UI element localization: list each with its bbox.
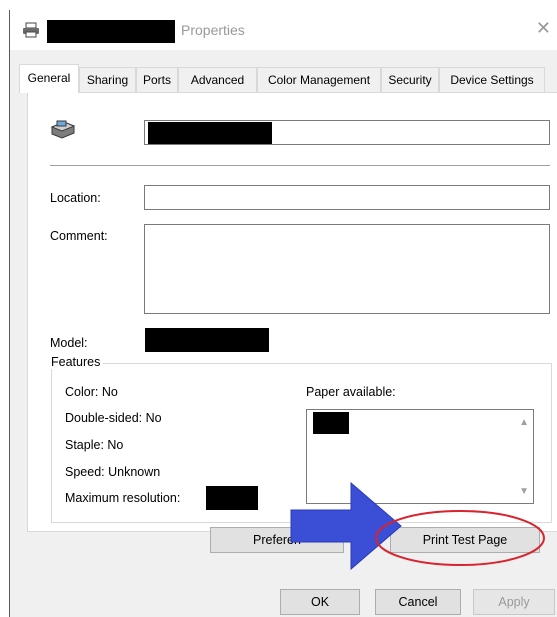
annotation-ellipse	[375, 510, 545, 566]
redacted-resolution-value	[206, 486, 258, 510]
tab-color-management[interactable]: Color Management	[257, 67, 381, 93]
redacted-paper-item	[313, 412, 349, 434]
feature-max-resolution: Maximum resolution:	[65, 491, 181, 505]
comment-label: Comment:	[50, 229, 108, 243]
paper-available-label: Paper available:	[306, 385, 396, 399]
tab-security[interactable]: Security	[381, 67, 439, 93]
tab-sharing[interactable]: Sharing	[79, 67, 136, 93]
printer-icon	[48, 119, 76, 144]
comment-field[interactable]	[144, 224, 550, 314]
features-legend: Features	[48, 355, 104, 369]
window-title: Properties	[181, 22, 245, 38]
feature-speed: Speed: Unknown	[65, 465, 161, 479]
model-label: Model:	[50, 336, 88, 350]
properties-window: Properties ✕ General Sharing Ports Advan…	[0, 0, 557, 617]
tab-general[interactable]: General	[19, 64, 79, 93]
apply-button[interactable]: Apply	[473, 589, 555, 615]
location-field[interactable]	[144, 185, 550, 210]
cancel-button[interactable]: Cancel	[375, 589, 461, 615]
redacted-printer-name-value	[148, 122, 272, 144]
feature-color: Color: No	[65, 385, 118, 399]
scroll-up-icon[interactable]: ▲	[519, 417, 529, 428]
redacted-printer-name	[47, 20, 175, 43]
title-bar[interactable]: Properties ✕	[10, 10, 557, 50]
general-panel: Location: Comment: Model: Features Color…	[27, 92, 557, 532]
printer-name-field[interactable]	[144, 120, 550, 145]
scroll-down-icon[interactable]: ▼	[519, 486, 529, 497]
tab-advanced[interactable]: Advanced	[178, 67, 257, 93]
separator	[50, 165, 550, 166]
redacted-model-value	[145, 328, 269, 352]
tab-ports[interactable]: Ports	[136, 67, 178, 93]
close-icon[interactable]: ✕	[536, 18, 551, 39]
ok-button[interactable]: OK	[280, 589, 360, 615]
feature-double-sided: Double-sided: No	[65, 411, 162, 425]
tab-device-settings[interactable]: Device Settings	[439, 67, 545, 93]
location-label: Location:	[50, 191, 101, 205]
feature-staple: Staple: No	[65, 438, 124, 452]
printer-title-icon	[22, 22, 40, 41]
